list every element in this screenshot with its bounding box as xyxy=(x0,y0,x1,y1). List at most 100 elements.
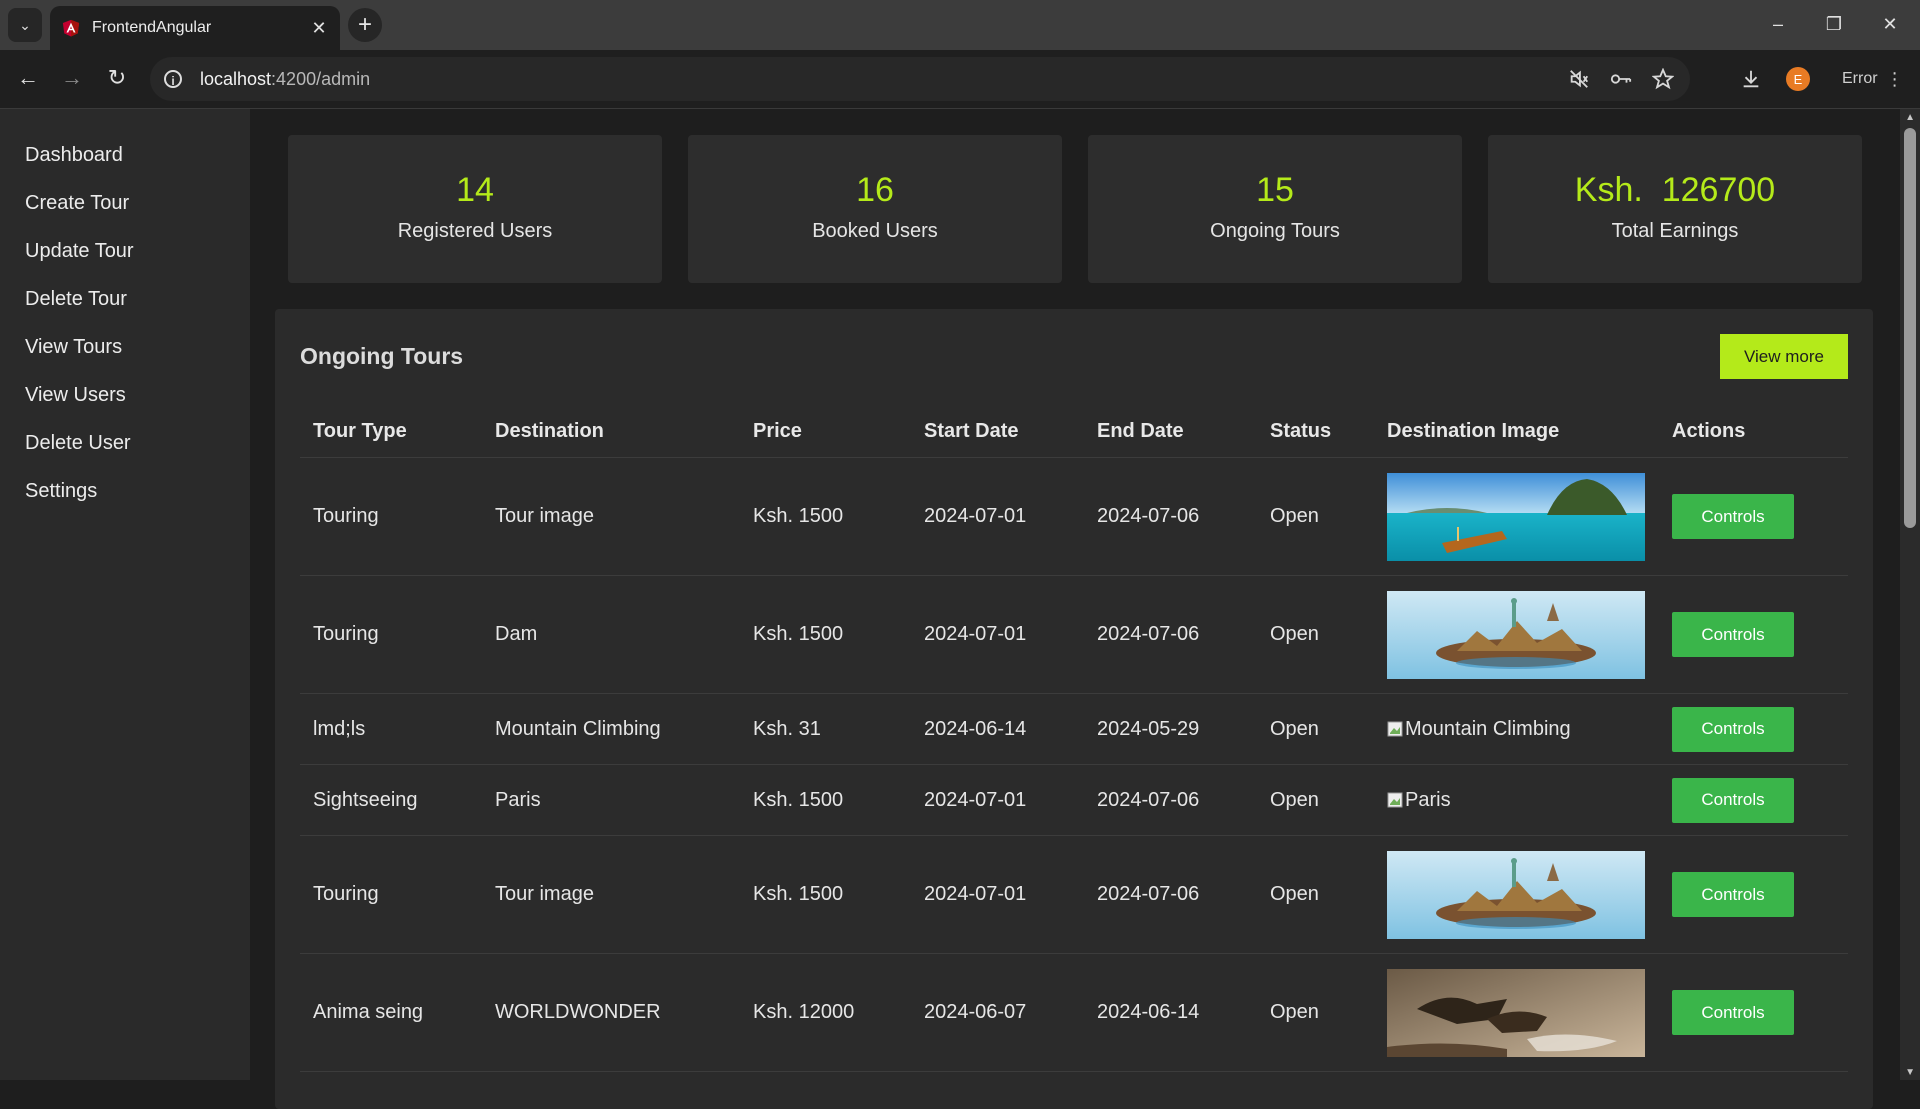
forward-arrow-icon[interactable]: → xyxy=(56,62,88,94)
error-label: Error xyxy=(1842,70,1878,87)
cell-status: Open xyxy=(1257,835,1374,954)
cell-status: Open xyxy=(1257,693,1374,765)
browser-tabstrip: ⌄ FrontendAngular ✕ + – ❐ ✕ xyxy=(0,0,1920,50)
stat-label: Booked Users xyxy=(812,220,938,242)
scroll-down-arrow-icon[interactable]: ▼ xyxy=(1905,1067,1915,1078)
destination-image-beach-boat xyxy=(1387,472,1645,561)
broken-image-icon xyxy=(1387,721,1403,737)
sidebar-item-create-tour[interactable]: Create Tour xyxy=(0,183,250,231)
key-icon[interactable] xyxy=(1608,66,1634,92)
cell-price: Ksh. 1500 xyxy=(740,575,911,694)
image-alt-text: Paris xyxy=(1405,788,1451,811)
main-content: 14 Registered Users 16 Booked Users 15 O… xyxy=(250,109,1900,1109)
reload-icon[interactable]: ↻ xyxy=(101,62,133,94)
download-icon[interactable] xyxy=(1740,62,1762,96)
address-bar[interactable]: i localhost:4200/admin xyxy=(150,57,1690,101)
cell-end-date: 2024-07-06 xyxy=(1084,764,1257,836)
destination-image-wildebeest-river xyxy=(1387,968,1645,1057)
table-row: Touring Dam Ksh. 1500 2024-07-01 2024-07… xyxy=(300,575,1848,694)
col-header-tour-type: Tour Type xyxy=(300,405,482,458)
ongoing-tours-table: Tour Type Destination Price Start Date E… xyxy=(300,405,1848,1072)
restore-icon[interactable]: ❐ xyxy=(1812,6,1856,42)
cell-end-date: 2024-07-06 xyxy=(1084,575,1257,694)
sidebar-item-dashboard[interactable]: Dashboard xyxy=(0,135,250,183)
minimize-icon[interactable]: – xyxy=(1756,6,1800,42)
browser-tab-active[interactable]: FrontendAngular ✕ xyxy=(50,6,340,50)
stat-label: Registered Users xyxy=(397,220,553,242)
cell-destination: Paris xyxy=(482,764,740,836)
sidebar-item-update-tour[interactable]: Update Tour xyxy=(0,231,250,279)
site-info-icon[interactable]: i xyxy=(164,70,182,88)
cell-destination: Tour image xyxy=(482,835,740,954)
window-close-icon[interactable]: ✕ xyxy=(1868,6,1912,42)
broken-image: Mountain Climbing xyxy=(1387,718,1658,741)
controls-button[interactable]: Controls xyxy=(1672,706,1794,752)
cell-tour-type: Touring xyxy=(300,457,482,576)
sidebar-item-delete-tour[interactable]: Delete Tour xyxy=(0,279,250,327)
cell-end-date: 2024-06-14 xyxy=(1084,953,1257,1072)
table-row: Anima seing WORLDWONDER Ksh. 12000 2024-… xyxy=(300,953,1848,1072)
tab-search-button[interactable]: ⌄ xyxy=(8,8,42,42)
cell-price: Ksh. 1500 xyxy=(740,457,911,576)
cell-status: Open xyxy=(1257,764,1374,836)
col-header-start-date: Start Date xyxy=(911,405,1084,458)
kebab-menu-icon[interactable]: ⋮ xyxy=(1886,69,1904,90)
stat-value: 15 xyxy=(1256,171,1294,209)
scrollbar-thumb[interactable] xyxy=(1904,128,1916,528)
cell-tour-type: Sightseeing xyxy=(300,764,482,836)
stat-value: Ksh. 126700 xyxy=(1574,171,1776,209)
cell-end-date: 2024-05-29 xyxy=(1084,693,1257,765)
stat-label: Total Earnings xyxy=(1611,220,1739,242)
cell-destination: WORLDWONDER xyxy=(482,953,740,1072)
controls-button[interactable]: Controls xyxy=(1672,777,1794,823)
cell-destination-image xyxy=(1374,575,1659,694)
muted-speaker-icon[interactable] xyxy=(1566,66,1592,92)
controls-button[interactable]: Controls xyxy=(1672,612,1794,657)
ongoing-tours-panel: Ongoing Tours View more Tour Type Destin… xyxy=(275,309,1873,1109)
controls-button[interactable]: Controls xyxy=(1672,494,1794,539)
stat-label: Ongoing Tours xyxy=(1210,220,1340,242)
controls-button[interactable]: Controls xyxy=(1672,872,1794,917)
cell-start-date: 2024-07-01 xyxy=(911,764,1084,836)
new-tab-button[interactable]: + xyxy=(348,8,382,42)
sidebar-item-view-users[interactable]: View Users xyxy=(0,375,250,423)
close-tab-icon[interactable]: ✕ xyxy=(308,17,330,39)
error-chip[interactable]: Error ⋮ xyxy=(1842,62,1904,96)
profile-button[interactable]: E xyxy=(1786,62,1810,96)
cell-start-date: 2024-06-07 xyxy=(911,953,1084,1072)
cell-actions: Controls xyxy=(1659,835,1848,954)
stat-value: 14 xyxy=(456,171,494,209)
stat-card-ongoing-tours: 15 Ongoing Tours xyxy=(1088,135,1462,283)
cell-actions: Controls xyxy=(1659,457,1848,576)
cell-price: Ksh. 1500 xyxy=(740,835,911,954)
panel-title: Ongoing Tours xyxy=(300,343,464,369)
avatar: E xyxy=(1786,67,1810,91)
cell-status: Open xyxy=(1257,457,1374,576)
view-more-button[interactable]: View more xyxy=(1720,334,1848,379)
broken-image-icon xyxy=(1387,792,1403,808)
destination-image-world-landmarks xyxy=(1387,590,1645,679)
sidebar-item-delete-user[interactable]: Delete User xyxy=(0,423,250,471)
cell-tour-type: Anima seing xyxy=(300,953,482,1072)
cell-tour-type: Touring xyxy=(300,835,482,954)
cell-destination: Tour image xyxy=(482,457,740,576)
controls-button[interactable]: Controls xyxy=(1672,990,1794,1035)
scroll-up-arrow-icon[interactable]: ▲ xyxy=(1905,112,1915,123)
image-alt-text: Mountain Climbing xyxy=(1405,717,1571,740)
angular-logo-icon xyxy=(62,19,80,37)
cell-start-date: 2024-07-01 xyxy=(911,575,1084,694)
admin-sidebar: Dashboard Create Tour Update Tour Delete… xyxy=(0,109,250,1080)
col-header-actions: Actions xyxy=(1659,405,1848,458)
table-row: Touring Tour image Ksh. 1500 2024-07-01 … xyxy=(300,835,1848,954)
tab-title: FrontendAngular xyxy=(92,19,212,36)
broken-image: Paris xyxy=(1387,789,1658,812)
sidebar-item-view-tours[interactable]: View Tours xyxy=(0,327,250,375)
sidebar-item-settings[interactable]: Settings xyxy=(0,471,250,519)
stat-card-total-earnings: Ksh. 126700 Total Earnings xyxy=(1488,135,1862,283)
col-header-status: Status xyxy=(1257,405,1374,458)
url-text[interactable]: localhost:4200/admin xyxy=(200,69,370,90)
cell-start-date: 2024-06-14 xyxy=(911,693,1084,765)
bookmark-star-icon[interactable] xyxy=(1650,66,1676,92)
back-arrow-icon[interactable]: ← xyxy=(12,62,44,94)
cell-destination-image: Paris xyxy=(1374,764,1659,836)
